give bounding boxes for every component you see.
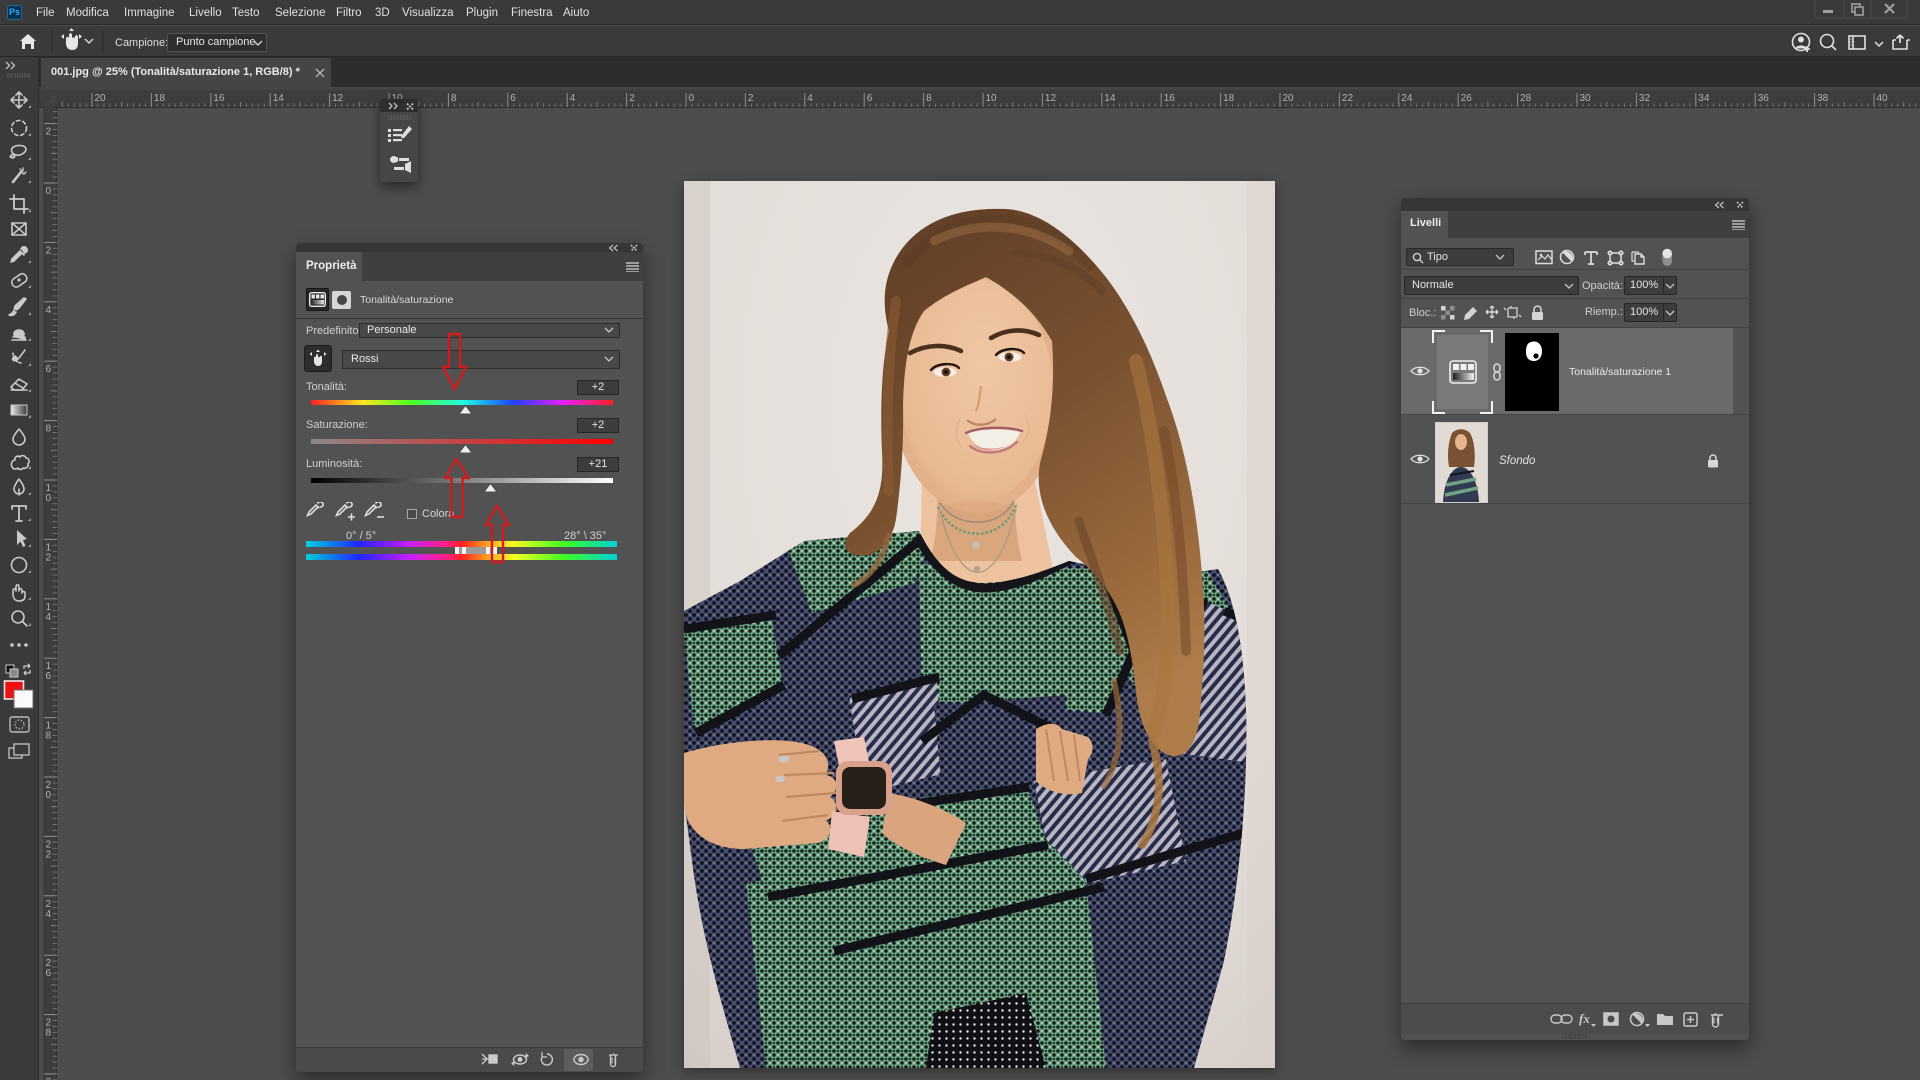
svg-text:26: 26 <box>1461 93 1473 104</box>
svg-text:16: 16 <box>1164 93 1176 104</box>
svg-text:6: 6 <box>46 968 52 979</box>
svg-text:2: 2 <box>46 127 52 138</box>
svg-text:24: 24 <box>1401 93 1413 104</box>
svg-text:6: 6 <box>46 364 52 375</box>
svg-text:18: 18 <box>1223 93 1235 104</box>
svg-text:fx: fx <box>1579 1011 1590 1026</box>
svg-text:36: 36 <box>1758 93 1770 104</box>
svg-text:0: 0 <box>46 186 52 197</box>
svg-text:0: 0 <box>46 790 52 801</box>
svg-text:32: 32 <box>1639 93 1651 104</box>
svg-text:10: 10 <box>986 93 998 104</box>
svg-text:20: 20 <box>1283 93 1295 104</box>
svg-text:0: 0 <box>46 493 52 504</box>
svg-text:28: 28 <box>1520 93 1532 104</box>
svg-text:18: 18 <box>154 93 166 104</box>
svg-text:2: 2 <box>46 245 52 256</box>
svg-text:34: 34 <box>1698 93 1710 104</box>
svg-text:4: 4 <box>570 93 576 104</box>
svg-text:16: 16 <box>213 93 225 104</box>
svg-text:4: 4 <box>46 612 52 623</box>
svg-text:40: 40 <box>1877 93 1889 104</box>
svg-text:20: 20 <box>95 93 107 104</box>
svg-text:14: 14 <box>273 93 285 104</box>
svg-text:4: 4 <box>807 93 813 104</box>
svg-text:6: 6 <box>510 93 516 104</box>
svg-text:8: 8 <box>46 424 52 435</box>
svg-text:2: 2 <box>46 552 52 563</box>
svg-text:6: 6 <box>867 93 873 104</box>
svg-text:12: 12 <box>332 93 344 104</box>
svg-text:2: 2 <box>748 93 754 104</box>
svg-text:8: 8 <box>46 1028 52 1039</box>
svg-text:2: 2 <box>629 93 635 104</box>
svg-text:30: 30 <box>1580 93 1592 104</box>
svg-text:12: 12 <box>1045 93 1057 104</box>
svg-text:4: 4 <box>46 909 52 920</box>
svg-text:22: 22 <box>1342 93 1354 104</box>
svg-text:6: 6 <box>46 671 52 682</box>
svg-text:0: 0 <box>689 93 695 104</box>
svg-text:38: 38 <box>1817 93 1829 104</box>
svg-text:4: 4 <box>46 305 52 316</box>
svg-text:2: 2 <box>46 849 52 860</box>
svg-text:8: 8 <box>46 731 52 742</box>
svg-text:14: 14 <box>1104 93 1116 104</box>
svg-text:8: 8 <box>926 93 932 104</box>
svg-text:8: 8 <box>451 93 457 104</box>
